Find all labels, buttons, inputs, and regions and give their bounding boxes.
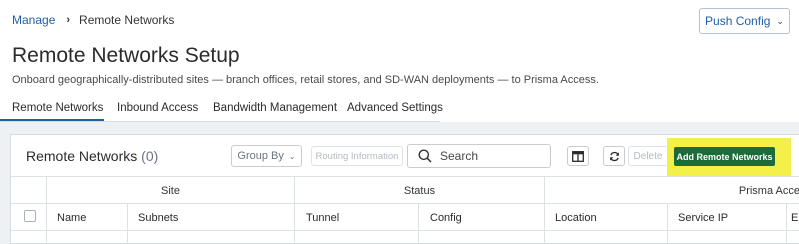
column-header-service-ip[interactable]: Service IP [678,204,728,231]
tab-bandwidth-management[interactable]: Bandwidth Management [204,96,337,122]
search-input[interactable] [440,149,540,163]
column-header-tunnel[interactable]: Tunnel [306,204,339,231]
breadcrumb: Manage › Remote Networks [12,13,174,27]
panel-title: Remote Networks (0) [26,148,158,164]
column-divider [667,203,668,244]
group-by-label: Group By [237,150,284,162]
tab-remote-networks[interactable]: Remote Networks [0,96,104,122]
breadcrumb-current: Remote Networks [79,13,175,27]
page-subtitle: Onboard geographically-distributed sites… [12,74,599,86]
group-by-dropdown[interactable]: Group By ⌄ [231,145,302,167]
column-header-config[interactable]: Config [430,204,462,231]
column-settings-button[interactable] [567,146,589,166]
column-divider [418,203,419,244]
column-header-name[interactable]: Name [57,204,86,231]
search-box[interactable] [407,144,551,168]
refresh-icon [609,151,619,161]
breadcrumb-separator-icon: › [66,14,71,26]
column-divider [127,203,128,244]
add-remote-networks-button[interactable]: Add Remote Networks [674,147,775,166]
column-header-location[interactable]: Location [555,204,597,231]
push-config-label: Push Config [705,14,771,28]
tab-bar: Remote Networks Inbound Access Bandwidth… [0,96,444,122]
columns-icon [572,150,584,162]
delete-button[interactable]: Delete [628,146,668,166]
push-config-button[interactable]: Push Config ⌄ [699,8,790,34]
routing-information-button[interactable]: Routing Information [311,146,403,166]
chevron-down-icon: ⌄ [776,15,784,26]
group-header-status: Status [403,184,436,197]
group-header-site: Site [161,184,180,197]
refresh-button[interactable] [603,146,625,166]
chevron-down-icon: ⌄ [288,151,296,161]
column-header-subnets[interactable]: Subnets [138,204,178,231]
page-title: Remote Networks Setup [12,44,240,67]
select-all-checkbox[interactable] [24,210,36,222]
column-header-partial[interactable]: E [791,204,798,231]
tab-advanced-settings[interactable]: Advanced Settings [336,96,444,122]
panel-count: (0) [141,148,159,164]
search-icon [418,149,432,163]
remote-networks-panel: Remote Networks (0) Group By ⌄ Routing I… [10,134,799,244]
breadcrumb-manage-link[interactable]: Manage [12,13,55,27]
tab-inbound-access[interactable]: Inbound Access [104,96,204,122]
column-divider [786,203,787,244]
group-header-prisma-access: Prisma Acce [738,184,799,197]
panel-title-text: Remote Networks [26,148,138,164]
